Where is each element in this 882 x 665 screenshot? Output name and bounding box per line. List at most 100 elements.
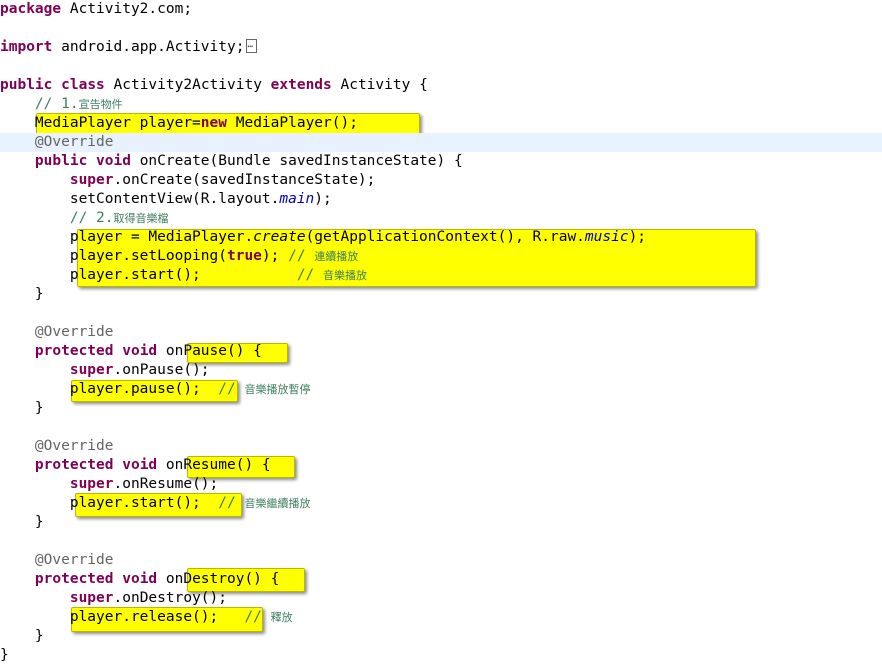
code-text: onCreate(Bundle savedInstanceState) { [130, 153, 463, 169]
keyword: super [69, 362, 114, 378]
code-text: } [34, 628, 44, 644]
keyword: extends [270, 77, 332, 93]
keyword: public [34, 153, 88, 169]
comment: // 2. [69, 210, 114, 226]
code-text: ); [261, 248, 289, 264]
code-line-22: } [0, 399, 882, 418]
code-text: setContentView(R.layout. [69, 191, 280, 207]
code-line-21: player.pause(); // 音樂播放暫停 [0, 380, 882, 399]
code-line-20: super.onPause(); [0, 361, 882, 380]
code-text: MediaPlayer player= [34, 115, 201, 131]
code-line-12: // 2.取得音樂檔 [0, 209, 882, 228]
keyword: new [200, 115, 227, 131]
comment: // [288, 248, 315, 264]
code-text: ); [628, 229, 647, 245]
keyword: void [122, 343, 158, 359]
code-text: player = MediaPlayer. [69, 229, 254, 245]
code-line-31: protected void onDestroy() { [0, 570, 882, 589]
code-text: player.start(); [69, 495, 219, 511]
folded-imports-icon[interactable] [246, 36, 258, 55]
code-text: .onCreate(savedInstanceState); [113, 172, 376, 188]
code-line-15: player.start(); // 音樂播放 [0, 266, 882, 285]
code-line-18: @Override [0, 323, 882, 342]
code-text: onPause() { [157, 343, 262, 359]
code-line-32: super.onDestroy(); [0, 589, 882, 608]
keyword: protected [34, 571, 114, 587]
keyword: import [0, 39, 53, 55]
keyword: super [69, 590, 114, 606]
keyword: class [61, 77, 105, 93]
code-line-27: player.start(); // 音樂繼續播放 [0, 494, 882, 513]
code-text: .onResume(); [113, 476, 219, 492]
code-text: } [0, 647, 9, 663]
keyword: public [0, 77, 53, 93]
keyword: true [226, 248, 262, 264]
code-line-6: // 1.宣告物件 [0, 95, 882, 114]
code-line-30: @Override [0, 551, 882, 570]
code-text: } [34, 400, 44, 416]
code-line-7: MediaPlayer player=new MediaPlayer(); [0, 114, 882, 133]
comment-text: 連續播放 [314, 250, 359, 263]
static-field: main [279, 191, 315, 207]
code-line-33: player.release(); // 釋放 [0, 608, 882, 627]
code-line-14: player.setLooping(true); // 連續播放 [0, 247, 882, 266]
code-line-19: protected void onPause() { [0, 342, 882, 361]
code-text: } [34, 514, 44, 530]
code-line-9: public void onCreate(Bundle savedInstanc… [0, 152, 882, 171]
code-text: (getApplicationContext(), R.raw. [305, 229, 585, 245]
comment: // [244, 609, 271, 625]
comment: // [218, 381, 245, 397]
code-line-1: package Activity2.com; [0, 0, 882, 19]
comment-text: 音樂播放 [323, 269, 368, 282]
annotation: @Override [34, 134, 114, 150]
code-text: onDestroy() { [157, 571, 280, 587]
code-line-16: } [0, 285, 882, 304]
code-text: player.setLooping( [69, 248, 227, 264]
code-line-26: super.onResume(); [0, 475, 882, 494]
comment-text: 宣告物件 [78, 98, 123, 111]
code-text: .onDestroy(); [113, 590, 228, 606]
code-line-3: import android.app.Activity; [0, 36, 882, 57]
code-line-5: public class Activity2Activity extends A… [0, 76, 882, 95]
keyword: void [122, 571, 158, 587]
static-field: music [584, 229, 629, 245]
keyword: void [96, 153, 131, 169]
code-line-10: super.onCreate(savedInstanceState); [0, 171, 882, 190]
static-method: create [253, 229, 306, 245]
annotation: @Override [34, 324, 114, 340]
code-text: player.release(); [69, 609, 245, 625]
code-text: } [34, 286, 44, 302]
comment-text: 取得音樂檔 [113, 212, 169, 225]
comment: // [218, 495, 245, 511]
code-text: Activity2.com; [61, 1, 193, 17]
code-text: onResume() { [157, 457, 271, 473]
annotation: @Override [34, 438, 114, 454]
comment: // 1. [34, 96, 79, 112]
code-line-8-current: @Override [0, 133, 882, 152]
code-line-24: @Override [0, 437, 882, 456]
code-line-25: protected void onResume() { [0, 456, 882, 475]
keyword: package [0, 1, 62, 17]
code-text: MediaPlayer(); [227, 115, 358, 131]
annotation: @Override [34, 552, 114, 568]
code-line-28: } [0, 513, 882, 532]
code-text: android.app.Activity; [52, 39, 245, 55]
code-text: ); [314, 191, 332, 207]
comment-text: 音樂繼續播放 [244, 497, 311, 510]
code-text: .onPause(); [113, 362, 210, 378]
code-text: player.pause(); [69, 381, 219, 397]
comment-text: 音樂播放暫停 [244, 383, 311, 396]
keyword: void [122, 457, 158, 473]
comment: // [296, 267, 324, 283]
comment-text: 釋放 [270, 611, 293, 624]
code-text: player.start(); [69, 267, 297, 283]
code-line-13: player = MediaPlayer.create(getApplicati… [0, 228, 882, 247]
keyword: super [69, 172, 114, 188]
code-text: Activity { [331, 77, 428, 93]
keyword: protected [34, 343, 114, 359]
keyword: protected [34, 457, 114, 473]
code-line-35: } [0, 646, 882, 665]
keyword: super [69, 476, 114, 492]
code-line-34: } [0, 627, 882, 646]
class-name: Activity2Activity [113, 77, 262, 93]
